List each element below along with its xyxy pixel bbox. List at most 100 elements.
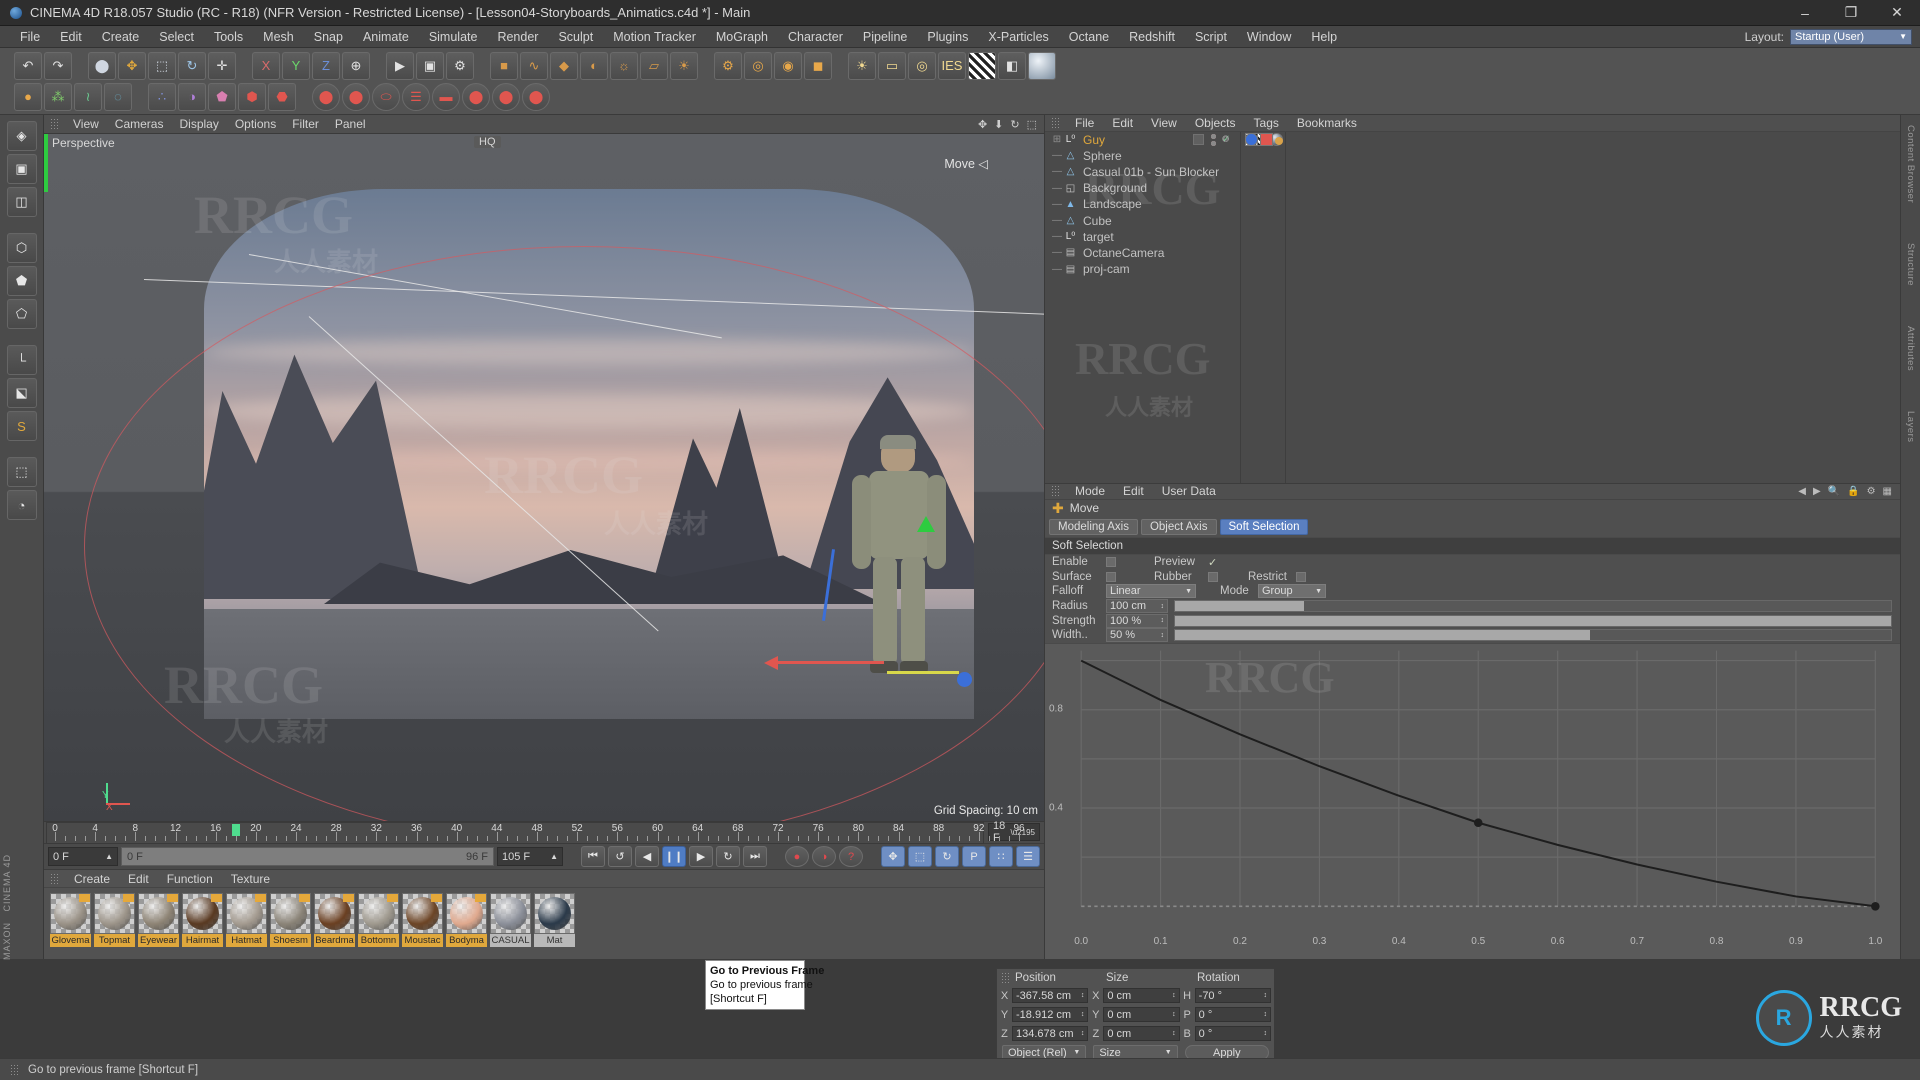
close-button[interactable]: ✕ xyxy=(1874,0,1920,26)
grip-icon[interactable] xyxy=(50,872,60,885)
total-frames-field[interactable]: 105 F ▲ xyxy=(497,847,563,866)
menu-item-redshift[interactable]: Redshift xyxy=(1119,26,1185,48)
live-selection-button[interactable]: ⬤ xyxy=(88,51,116,80)
tab-structure[interactable]: Structure xyxy=(1905,243,1916,286)
move-axis-button[interactable]: ✛ xyxy=(208,51,236,80)
scale-tool-button[interactable]: ⬚ xyxy=(148,51,176,80)
move-view-icon[interactable]: ✥ xyxy=(978,118,987,131)
rotation-field-b[interactable]: 0 ° ↕ xyxy=(1194,1026,1271,1041)
falloff-select[interactable]: Linear ▼ xyxy=(1106,584,1196,599)
position-field-x[interactable]: -367.58 cm ↕ xyxy=(1012,988,1089,1003)
viewport-menu-options[interactable]: Options xyxy=(227,115,284,134)
surface-checkbox[interactable] xyxy=(1106,571,1116,582)
material-item[interactable]: Bottomn xyxy=(358,893,399,947)
minimize-button[interactable]: – xyxy=(1782,0,1828,26)
stepper-icon[interactable]: ↕ xyxy=(1081,992,1085,999)
octane-render-button[interactable]: ◎ xyxy=(744,51,772,80)
editor-render-dots[interactable] xyxy=(1211,133,1216,146)
go-to-start-button[interactable]: ⏮ xyxy=(581,846,605,867)
tool-snap-mode[interactable]: S xyxy=(6,411,37,441)
rotate-tool-button[interactable]: ↻ xyxy=(178,51,206,80)
tool-edge-mode[interactable]: ⬟ xyxy=(6,266,37,296)
move-tool-button[interactable]: ✥ xyxy=(118,51,146,80)
tool-make-editable[interactable]: ◈ xyxy=(6,121,37,151)
size-field-z[interactable]: 0 cm ↕ xyxy=(1103,1026,1180,1041)
material-item[interactable]: Shoesm xyxy=(270,893,311,947)
current-frame-field[interactable]: 0 F ▲ xyxy=(48,847,118,866)
stepper-icon[interactable]: ↕ xyxy=(1263,1030,1267,1037)
mograph-cloner-button[interactable]: ∴ xyxy=(148,82,176,111)
scale-key-button[interactable]: ⬚ xyxy=(908,846,932,867)
menu-item-snap[interactable]: Snap xyxy=(304,26,353,48)
stepper-icon[interactable]: ↕ xyxy=(1263,992,1267,999)
attribute-menu-edit[interactable]: Edit xyxy=(1114,484,1153,498)
stepper-icon[interactable]: ↕ xyxy=(1161,617,1165,624)
redshift-proxy-button[interactable]: ☰ xyxy=(402,82,430,111)
stepper-icon[interactable]: ↕ xyxy=(1081,1030,1085,1037)
redshift-settings-button[interactable]: ⬤ xyxy=(522,82,550,111)
stepper-icon[interactable]: ↕ xyxy=(1081,1011,1085,1018)
menu-item-window[interactable]: Window xyxy=(1237,26,1301,48)
ies-light-button[interactable]: IES xyxy=(938,51,966,80)
menu-item-tools[interactable]: Tools xyxy=(204,26,253,48)
world-axis-button[interactable]: ⊕ xyxy=(342,51,370,80)
generator-button[interactable]: ◆ xyxy=(550,51,578,80)
material-menu-create[interactable]: Create xyxy=(65,872,119,886)
object-manager-list[interactable]: ⊞ L⁰ Guy — △ Sphere — △ Casual 01b - Sun Blocker… xyxy=(1045,131,1900,483)
lock-z-button[interactable]: Z xyxy=(312,51,340,80)
go-to-next-key-button[interactable]: ↻ xyxy=(716,846,740,867)
tab-layers[interactable]: Layers xyxy=(1905,411,1916,443)
search-icon[interactable]: 🔍 xyxy=(1828,486,1840,497)
material-swatch[interactable] xyxy=(226,893,267,934)
strength-slider[interactable] xyxy=(1174,614,1892,627)
grip-icon[interactable] xyxy=(1001,971,1011,984)
material-menu-texture[interactable]: Texture xyxy=(222,872,279,886)
viewport-menu-panel[interactable]: Panel xyxy=(327,115,374,134)
rotation-field-p[interactable]: 0 ° ↕ xyxy=(1194,1007,1271,1022)
tree-toggle-icon[interactable]: — xyxy=(1051,231,1063,242)
menu-item-sculpt[interactable]: Sculpt xyxy=(548,26,603,48)
menu-item-select[interactable]: Select xyxy=(149,26,204,48)
material-swatch[interactable] xyxy=(270,893,311,934)
size-field-x[interactable]: 0 cm ↕ xyxy=(1103,988,1180,1003)
restrict-checkbox[interactable] xyxy=(1296,571,1306,582)
menu-item-pipeline[interactable]: Pipeline xyxy=(853,26,917,48)
target-light-button[interactable]: ◎ xyxy=(908,51,936,80)
tree-toggle-icon[interactable]: — xyxy=(1051,166,1063,177)
tree-toggle-icon[interactable]: — xyxy=(1051,264,1063,275)
stepper-icon[interactable]: ↕ xyxy=(1263,1011,1267,1018)
tree-toggle-icon[interactable]: — xyxy=(1051,183,1063,194)
stepper-icon[interactable]: ↕ xyxy=(1161,632,1165,639)
stepper-icon[interactable]: ↕ xyxy=(1172,1011,1176,1018)
material-swatch[interactable] xyxy=(358,893,399,934)
object-menu-tags[interactable]: Tags xyxy=(1245,116,1288,130)
go-to-previous-key-button[interactable]: ↺ xyxy=(608,846,632,867)
object-row[interactable]: — ◱ Background xyxy=(1045,132,1900,196)
menu-item-render[interactable]: Render xyxy=(487,26,548,48)
gear-icon[interactable]: ⚙ xyxy=(1867,486,1876,497)
grip-icon[interactable] xyxy=(50,118,60,130)
object-menu-file[interactable]: File xyxy=(1066,116,1103,130)
gizmo-z-axis[interactable] xyxy=(887,671,959,674)
render-view-button[interactable]: ▶ xyxy=(386,51,414,80)
stepper-icon[interactable]: ↕ xyxy=(1172,1030,1176,1037)
environment-button[interactable]: ☼ xyxy=(610,51,638,80)
record-active-objects-button[interactable]: ● xyxy=(785,846,809,867)
tag-phong[interactable] xyxy=(1275,136,1283,145)
object-row[interactable]: — △ Sphere xyxy=(1045,132,1900,164)
viewport-menu-display[interactable]: Display xyxy=(171,115,226,134)
menu-item-x-particles[interactable]: X-Particles xyxy=(978,26,1058,48)
material-swatch[interactable] xyxy=(94,893,135,934)
stepper-icon[interactable]: ▲ xyxy=(550,852,558,861)
layout-select[interactable]: Startup (User) ▼ xyxy=(1790,28,1912,45)
menu-item-animate[interactable]: Animate xyxy=(353,26,419,48)
object-menu-objects[interactable]: Objects xyxy=(1186,116,1245,130)
cube-primitive-button[interactable]: ■ xyxy=(490,51,518,80)
object-row[interactable]: — L⁰ target xyxy=(1045,133,1900,245)
mode-select[interactable]: Group ▼ xyxy=(1258,584,1326,599)
timeline-ruler[interactable]: 0 4 8 12 16 20 24 28 32 36 40 44 48 52 56 60 64 68 72 76 80 8… xyxy=(46,822,1025,844)
undo-button[interactable]: ↶ xyxy=(14,51,42,80)
size-field-y[interactable]: 0 cm ↕ xyxy=(1103,1007,1180,1022)
tree-toggle-icon[interactable]: ⊞ xyxy=(1051,134,1063,145)
tool-polygon-mode[interactable]: ⬠ xyxy=(6,299,37,329)
